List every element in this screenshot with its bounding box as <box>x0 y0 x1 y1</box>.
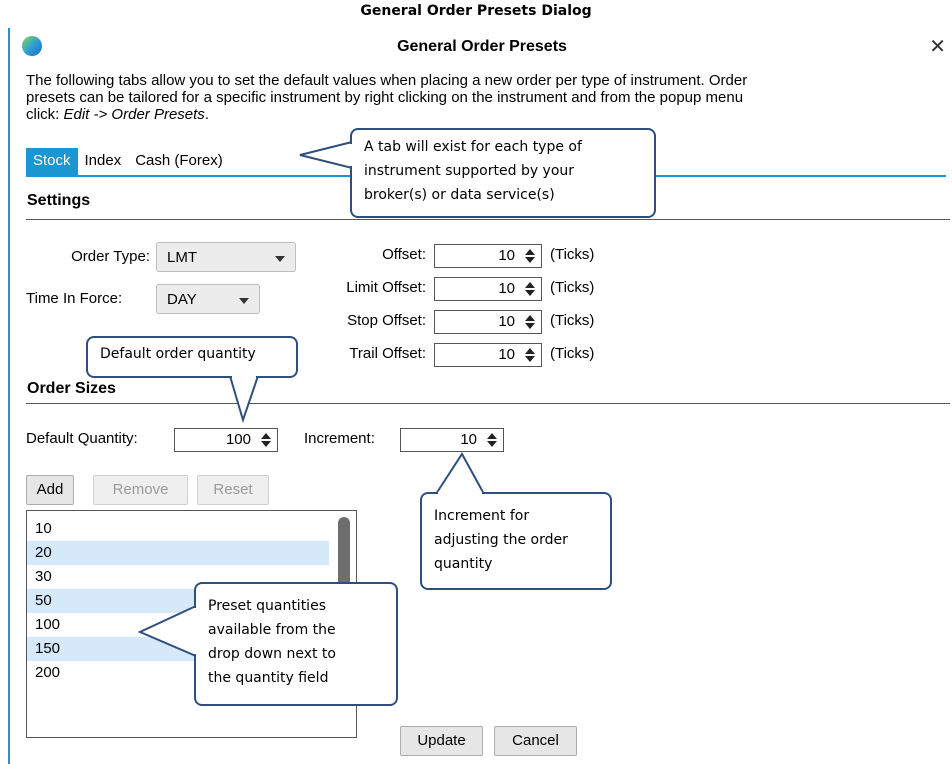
spinner-arrows-icon[interactable] <box>524 346 536 364</box>
add-button[interactable]: Add <box>26 475 74 505</box>
stop-offset-label: Stop Offset: <box>347 312 426 329</box>
settings-divider <box>26 219 950 220</box>
intro-prefix: click: <box>26 106 64 123</box>
list-item[interactable]: 10 <box>27 517 329 541</box>
callout-presets-pointer-mask <box>193 608 197 654</box>
order-type-select[interactable]: LMT <box>156 242 296 272</box>
limit-offset-unit: (Ticks) <box>550 279 595 296</box>
intro-text: The following tabs allow you to set the … <box>26 72 946 123</box>
trail-offset-value: 10 <box>498 346 515 363</box>
spinner-arrows-icon[interactable] <box>260 431 272 449</box>
tif-select[interactable]: DAY <box>156 284 260 314</box>
dialog-title: General Order Presets <box>397 38 567 55</box>
order-sizes-divider <box>26 403 950 404</box>
callout-default-qty: Default order quantity <box>86 336 298 378</box>
update-button[interactable]: Update <box>400 726 483 756</box>
default-qty-spinner[interactable]: 100 <box>174 428 278 452</box>
cancel-button[interactable]: Cancel <box>494 726 577 756</box>
callout-presets-line: the quantity field <box>208 670 329 686</box>
tab-cash-forex[interactable]: Cash (Forex) <box>128 148 230 176</box>
callout-tabs-line: broker(s) or data service(s) <box>364 187 555 203</box>
spinner-arrows-icon[interactable] <box>524 280 536 298</box>
callout-presets-line: Preset quantities <box>208 598 326 614</box>
settings-heading: Settings <box>27 192 91 209</box>
spinner-arrows-icon[interactable] <box>524 247 536 265</box>
stop-offset-value: 10 <box>498 313 515 330</box>
close-icon[interactable]: ✕ <box>929 34 946 59</box>
default-qty-value: 100 <box>225 431 251 448</box>
callout-presets: Preset quantities available from the dro… <box>194 582 398 706</box>
intro-line-2: presets can be tailored for a specific i… <box>26 89 744 106</box>
callout-tabs-line: instrument supported by your <box>364 163 575 179</box>
remove-button[interactable]: Remove <box>93 475 188 505</box>
increment-value: 10 <box>460 431 477 448</box>
callout-increment-line: quantity <box>434 556 493 572</box>
callout-presets-line: available from the <box>208 622 336 638</box>
chevron-down-icon <box>275 256 285 262</box>
callout-default-qty-line: Default order quantity <box>100 346 256 362</box>
trail-offset-label: Trail Offset: <box>349 345 426 362</box>
limit-offset-label: Limit Offset: <box>346 279 426 296</box>
spinner-arrows-icon[interactable] <box>486 431 498 449</box>
trail-offset-unit: (Ticks) <box>550 345 595 362</box>
callout-tabs-line: A tab will exist for each type of <box>364 139 582 155</box>
tab-stock[interactable]: Stock <box>26 148 78 176</box>
tif-label: Time In Force: <box>26 290 123 307</box>
intro-line-3: click: Edit -> Order Presets. <box>26 106 946 123</box>
chevron-down-icon <box>239 298 249 304</box>
limit-offset-value: 10 <box>498 280 515 297</box>
stop-offset-spinner[interactable]: 10 <box>434 310 542 334</box>
trail-offset-spinner[interactable]: 10 <box>434 343 542 367</box>
figure-caption: General Order Presets Dialog <box>360 3 592 19</box>
order-sizes-heading: Order Sizes <box>27 380 116 397</box>
intro-suffix: . <box>204 106 209 123</box>
intro-line-1: The following tabs allow you to set the … <box>26 72 748 89</box>
order-presets-dialog: General Order Presets ✕ The following ta… <box>8 28 952 764</box>
tif-value: DAY <box>167 291 197 308</box>
callout-presets-line: drop down next to <box>208 646 336 662</box>
tab-index[interactable]: Index <box>78 148 129 176</box>
callout-increment-line: Increment for <box>434 508 530 524</box>
stop-offset-unit: (Ticks) <box>550 312 595 329</box>
order-type-value: LMT <box>167 249 197 266</box>
limit-offset-spinner[interactable]: 10 <box>434 277 542 301</box>
offset-label: Offset: <box>382 246 426 263</box>
menu-path: Edit -> Order Presets <box>63 106 205 123</box>
instrument-tabs: Stock Index Cash (Forex) <box>26 148 230 176</box>
order-type-label: Order Type: <box>71 248 150 265</box>
increment-spinner[interactable]: 10 <box>400 428 504 452</box>
list-item[interactable]: 20 <box>27 541 329 565</box>
callout-increment: Increment for adjusting the order quanti… <box>420 492 612 590</box>
offset-unit: (Ticks) <box>550 246 595 263</box>
callout-increment-line: adjusting the order <box>434 532 568 548</box>
offset-spinner[interactable]: 10 <box>434 244 542 268</box>
spinner-arrows-icon[interactable] <box>524 313 536 331</box>
reset-button[interactable]: Reset <box>197 475 269 505</box>
default-qty-label: Default Quantity: <box>26 430 138 447</box>
callout-tabs: A tab will exist for each type of instru… <box>350 128 656 218</box>
increment-label: Increment: <box>304 430 375 447</box>
offset-value: 10 <box>498 247 515 264</box>
